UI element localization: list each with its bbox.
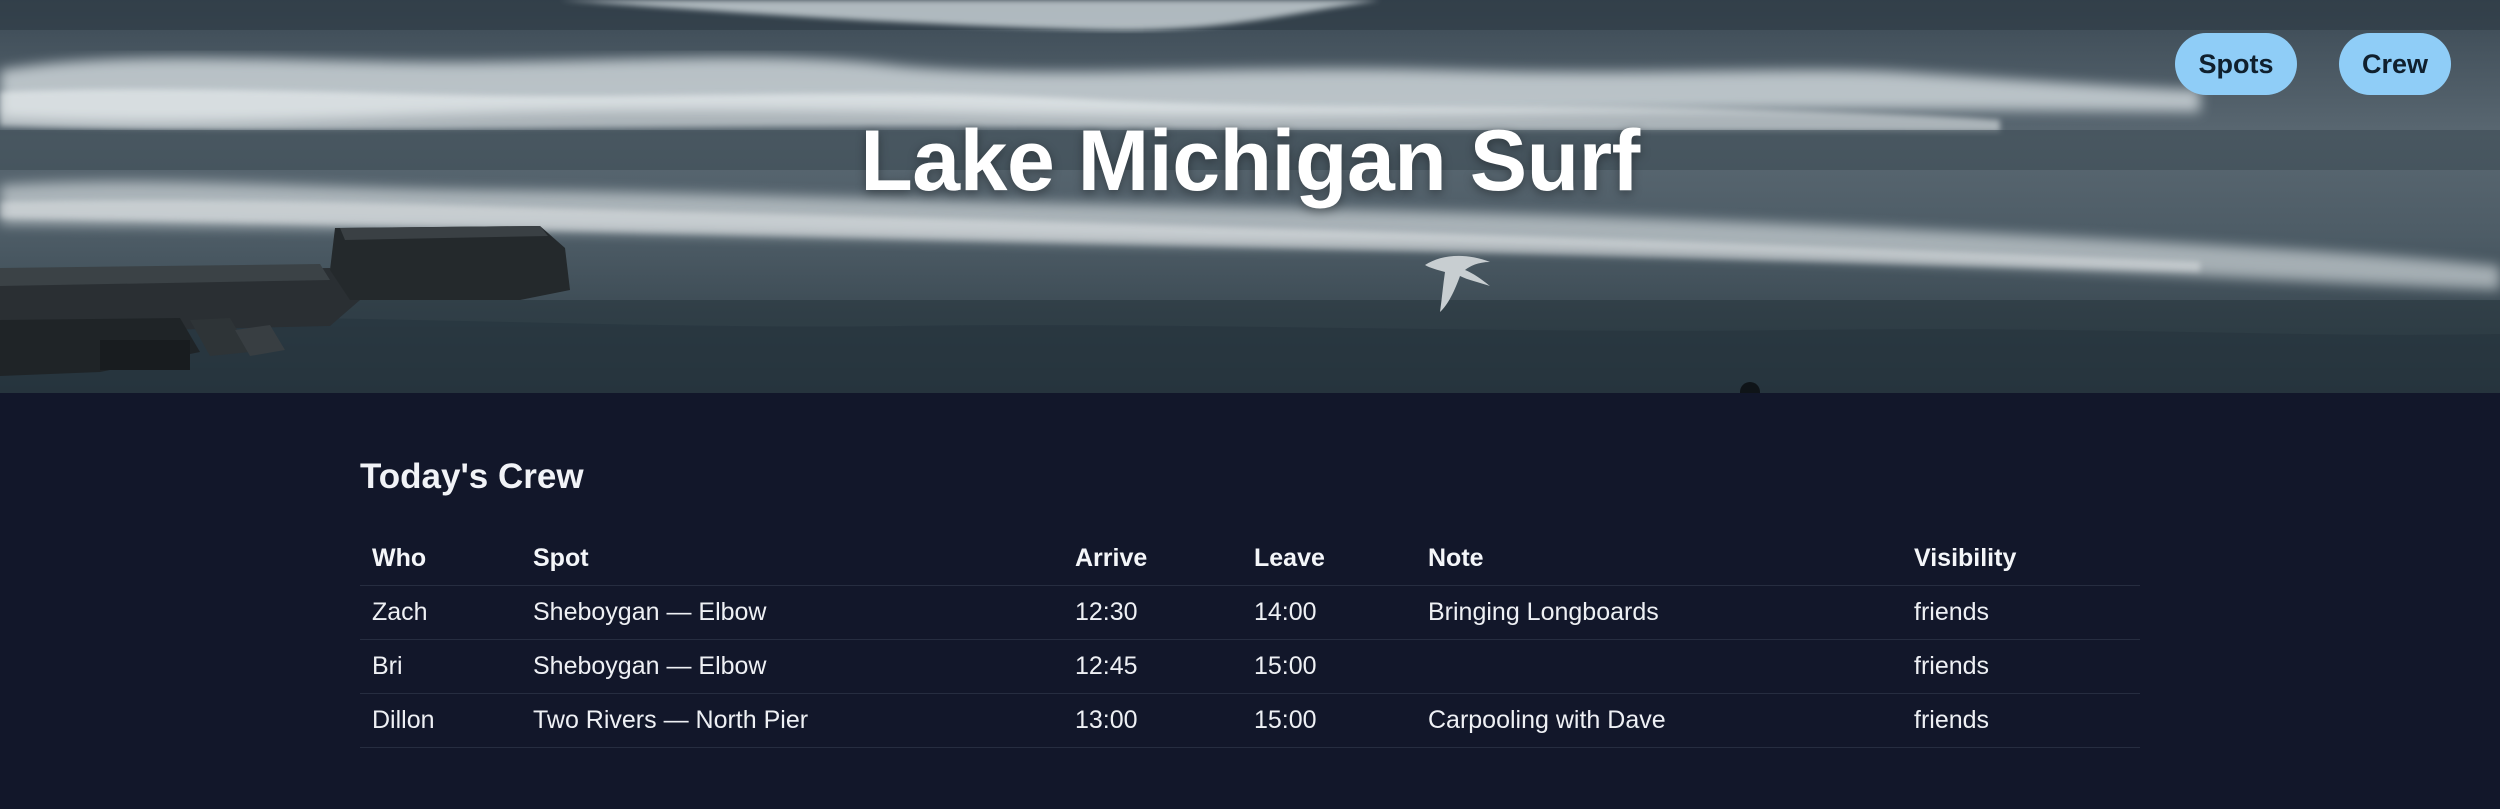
cell-arrive: 12:30	[1063, 585, 1242, 640]
cell-visibility: friends	[1902, 585, 2140, 640]
cell-arrive: 13:00	[1063, 693, 1242, 748]
cell-note	[1416, 639, 1902, 694]
table-row: Zach Sheboygan — Elbow 12:30 14:00 Bring…	[360, 585, 2140, 640]
column-header-note: Note	[1416, 533, 1902, 586]
nav-spots-button[interactable]: Spots	[2175, 33, 2297, 95]
cell-arrive: 12:45	[1063, 639, 1242, 694]
hero-banner: Lake Michigan Surf Spots Crew	[0, 0, 2500, 393]
table-header-row: Who Spot Arrive Leave Note Visibility	[360, 533, 2140, 586]
cell-note: Bringing Longboards	[1416, 585, 1902, 640]
table-row: Dillon Two Rivers — North Pier 13:00 15:…	[360, 693, 2140, 748]
table-row: Bri Sheboygan — Elbow 12:45 15:00 friend…	[360, 639, 2140, 694]
column-header-leave: Leave	[1242, 533, 1416, 586]
column-header-arrive: Arrive	[1063, 533, 1242, 586]
cell-note: Carpooling with Dave	[1416, 693, 1902, 748]
crew-table: Who Spot Arrive Leave Note Visibility Za…	[360, 533, 2140, 748]
cell-visibility: friends	[1902, 693, 2140, 748]
nav-crew-button[interactable]: Crew	[2339, 33, 2451, 95]
cell-leave: 15:00	[1242, 693, 1416, 748]
column-header-who: Who	[360, 533, 521, 586]
cell-leave: 15:00	[1242, 639, 1416, 694]
cell-spot: Sheboygan — Elbow	[521, 585, 1063, 640]
cell-visibility: friends	[1902, 639, 2140, 694]
cell-who: Bri	[360, 639, 521, 694]
column-header-visibility: Visibility	[1902, 533, 2140, 586]
cell-who: Dillon	[360, 693, 521, 748]
cell-who: Zach	[360, 585, 521, 640]
main-content: Today's Crew Who Spot Arrive Leave Note …	[360, 393, 2140, 748]
cell-leave: 14:00	[1242, 585, 1416, 640]
column-header-spot: Spot	[521, 533, 1063, 586]
page-title: Lake Michigan Surf	[860, 113, 1640, 209]
cell-spot: Sheboygan — Elbow	[521, 639, 1063, 694]
section-title: Today's Crew	[360, 457, 584, 496]
cell-spot: Two Rivers — North Pier	[521, 693, 1063, 748]
